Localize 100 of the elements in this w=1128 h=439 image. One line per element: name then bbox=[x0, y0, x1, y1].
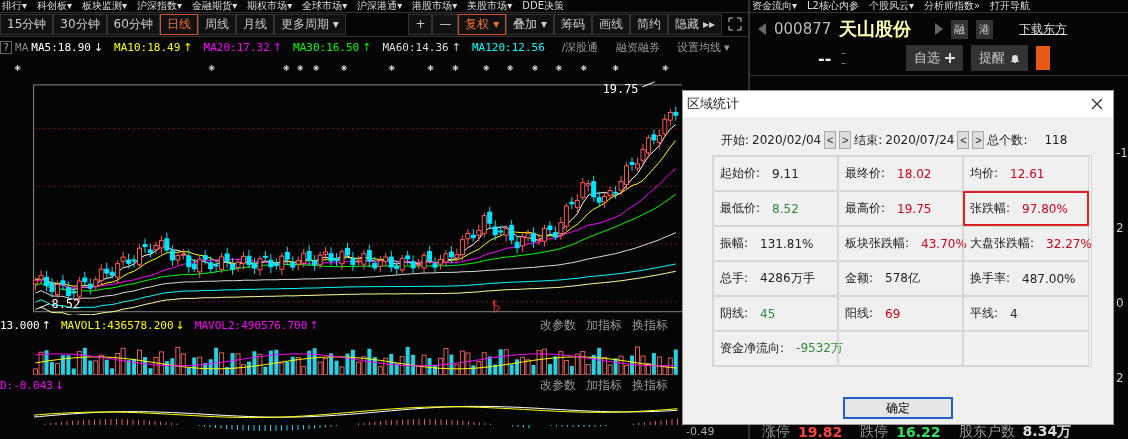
market-menu-item[interactable]: 排行▾ bbox=[2, 0, 28, 12]
statistic-label: 金额: bbox=[845, 270, 874, 287]
market-menu-item[interactable]: 科创板▾ bbox=[37, 0, 73, 12]
next-stock-icon[interactable] bbox=[935, 23, 944, 35]
period-tab[interactable]: 30分钟 bbox=[53, 13, 107, 35]
stock-code: 000877 bbox=[774, 20, 832, 38]
period-tab[interactable]: 月线 bbox=[235, 13, 274, 35]
axis-label: -0.49 bbox=[685, 425, 716, 439]
leader-line bbox=[641, 81, 655, 88]
market-menu-item[interactable]: 沪深港通▾ bbox=[357, 0, 403, 12]
stock-action-button[interactable]: 提醒 bbox=[971, 45, 1029, 71]
trend-arrow: ↑ bbox=[183, 41, 193, 55]
stock-action-button[interactable]: 自选 bbox=[906, 45, 964, 71]
statistic-value: 19.75 bbox=[897, 201, 932, 216]
statistic-value: 487.00% bbox=[1022, 271, 1076, 286]
field-label: 结束: bbox=[854, 131, 883, 149]
period-tab[interactable]: 60分钟 bbox=[106, 13, 160, 35]
macd-value: D:-0.043 bbox=[0, 378, 53, 392]
close-icon[interactable] bbox=[1091, 98, 1103, 110]
market-menu-item[interactable]: 分析师指数» bbox=[924, 0, 981, 12]
quote-label: 跌停 bbox=[860, 423, 889, 439]
statistic-value: 18.02 bbox=[897, 166, 932, 181]
chart-tool-button[interactable]: + bbox=[408, 13, 433, 35]
statistic-label: 板块张跌幅: bbox=[845, 235, 910, 252]
period-tab[interactable]: 15分钟 bbox=[0, 13, 54, 35]
count-value: 118 bbox=[1044, 133, 1068, 147]
volume-value: MAVOL1:436578.200 bbox=[60, 318, 174, 332]
chart-tool-button[interactable]: 筹码 bbox=[554, 13, 593, 35]
chart-tool-button[interactable]: — bbox=[432, 13, 459, 35]
action-button[interactable] bbox=[1036, 46, 1051, 70]
chart-tool-button[interactable]: 画线 bbox=[592, 13, 631, 35]
chart-tool-button[interactable]: 简约 bbox=[630, 13, 669, 35]
period-tab[interactable]: 日线 bbox=[159, 13, 198, 35]
quote-label: 涨停 bbox=[762, 423, 790, 439]
indicator-action-link[interactable]: 加指标 bbox=[586, 316, 622, 334]
period-tab[interactable]: 周线 bbox=[197, 13, 236, 35]
indicator-action-link[interactable]: 改参数 bbox=[540, 376, 576, 394]
market-menu-item[interactable]: 美股市场▾ bbox=[467, 0, 513, 12]
period-tab[interactable]: 更多周期 ▾ bbox=[273, 13, 346, 35]
quote-value: 16.22 bbox=[896, 424, 941, 439]
indicator-action-link[interactable]: 换指标 bbox=[632, 376, 668, 394]
next-button[interactable]: > bbox=[972, 131, 985, 149]
quote-value: 8.34万 bbox=[1022, 423, 1072, 439]
previous-stock-icon[interactable] bbox=[758, 23, 766, 35]
chart-tool-button[interactable]: 复权 ▾ bbox=[458, 13, 507, 35]
statistic-value: 97.80% bbox=[1022, 201, 1068, 216]
market-menu-item[interactable]: 板块监测▾ bbox=[82, 0, 128, 12]
stock-badge: 港 bbox=[976, 19, 994, 39]
volume-value: 13.000 bbox=[0, 318, 40, 332]
trend-arrow: ↓ bbox=[93, 41, 104, 55]
market-menu-item[interactable]: L2核心内参 bbox=[807, 0, 859, 12]
chart-link[interactable]: 设置均线 ▾ bbox=[676, 40, 730, 56]
trend-arrow: ↓ bbox=[55, 378, 65, 392]
help-button[interactable]: ? bbox=[0, 41, 13, 55]
chart-link[interactable]: /深股通 bbox=[561, 40, 599, 56]
market-menu-item[interactable]: 港股市场▾ bbox=[412, 0, 458, 12]
market-menu-item[interactable]: 个股风云▾ bbox=[868, 0, 914, 12]
trend-arrow: ↓ bbox=[175, 318, 185, 332]
market-menu-item[interactable]: 打开导航 bbox=[990, 0, 1031, 12]
statistic-label: 阴线: bbox=[720, 305, 749, 322]
plus-icon bbox=[945, 53, 956, 63]
chart-link[interactable]: 融资融券 bbox=[615, 40, 660, 56]
market-menu-item[interactable]: DDE决策 bbox=[522, 0, 565, 12]
market-menu-item[interactable]: 全球市场▾ bbox=[302, 0, 348, 12]
market-menu-item[interactable]: 金融期货▾ bbox=[192, 0, 238, 12]
statistic-label: 最终价: bbox=[845, 165, 886, 182]
statistic-value: 12.61 bbox=[1010, 166, 1045, 181]
chart-tool-button[interactable]: 隐藏 ▸▸ bbox=[668, 13, 722, 35]
bell-icon bbox=[1010, 53, 1021, 63]
date-value: 2020/02/04 bbox=[752, 133, 822, 147]
date-value: 2020/07/24 bbox=[885, 133, 955, 147]
statistic-value: 131.81% bbox=[760, 236, 814, 251]
download-link[interactable]: 下载东方 bbox=[1019, 20, 1068, 38]
market-menu-item[interactable]: 期权市场▾ bbox=[247, 0, 293, 12]
market-menu-item[interactable]: 沪深指数▾ bbox=[137, 0, 183, 12]
statistic-label: 总手: bbox=[720, 270, 749, 287]
indicator-action-link[interactable]: 改参数 bbox=[540, 316, 576, 334]
statistic-label: 张跌幅: bbox=[970, 200, 1011, 217]
axis-label: -1 bbox=[1116, 146, 1128, 161]
statistic-label: 换手率: bbox=[970, 270, 1011, 287]
previous-button[interactable]: < bbox=[824, 131, 837, 149]
ok-button[interactable]: 确定 bbox=[843, 397, 953, 419]
low-price-label: 8.52 bbox=[51, 296, 81, 311]
statistic-value: 32.27% bbox=[1046, 236, 1092, 251]
chart-tool-button[interactable]: 叠加 ▾ bbox=[506, 13, 555, 35]
statistic-value: 578亿 bbox=[885, 270, 920, 287]
next-button[interactable]: > bbox=[839, 131, 852, 149]
market-menu-item[interactable]: 资金流向▾ bbox=[752, 0, 798, 12]
price-change: － bbox=[839, 58, 849, 68]
statistic-value: 4 bbox=[1010, 306, 1018, 321]
trend-arrow: ↑ bbox=[41, 318, 51, 332]
statistic-label: 均价: bbox=[970, 165, 999, 182]
fullscreen-icon[interactable] bbox=[728, 17, 742, 32]
indicator-action-link[interactable]: 加指标 bbox=[586, 376, 622, 394]
statistic-label: 起始价: bbox=[720, 165, 761, 182]
indicator-name: MA bbox=[15, 41, 29, 55]
ma-value: MA120:12.56 bbox=[471, 41, 545, 55]
previous-button[interactable]: < bbox=[957, 131, 970, 149]
ma-value: MA10:18.49 bbox=[114, 41, 181, 55]
indicator-action-link[interactable]: 换指标 bbox=[632, 316, 668, 334]
